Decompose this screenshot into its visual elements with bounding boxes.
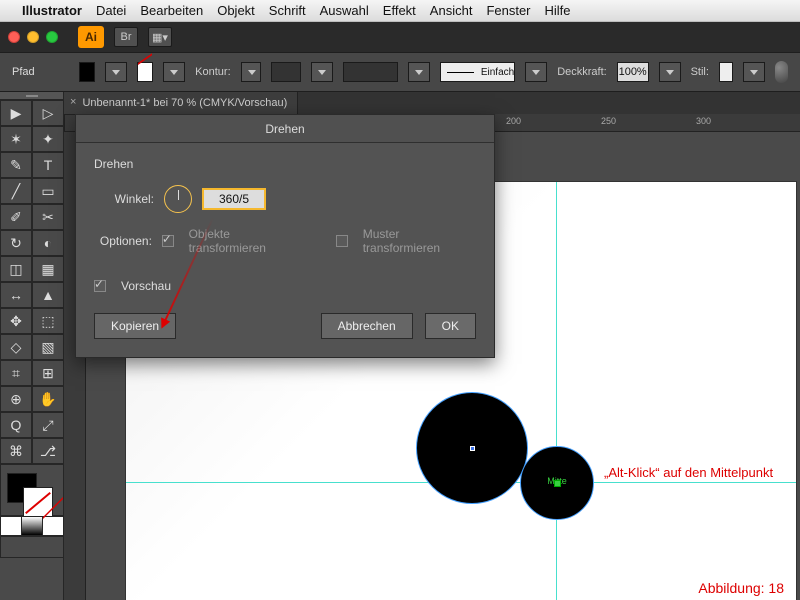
rectangle-tool[interactable]: ▭ — [32, 178, 64, 204]
close-window-icon[interactable] — [8, 31, 20, 43]
document-tab-title: Unbenannt-1* bei 70 % (CMYK/Vorschau) — [82, 97, 287, 109]
mesh-tool[interactable]: ⬚ — [32, 308, 64, 334]
brush-dropdown[interactable] — [525, 62, 547, 82]
rotate-tool[interactable]: ↻ — [0, 230, 32, 256]
style-label: Stil: — [691, 66, 709, 78]
app-badge-icon: Ai — [78, 26, 104, 48]
close-tab-icon[interactable]: × — [70, 96, 76, 108]
placeholder-tool[interactable]: ⎇ — [32, 438, 64, 464]
kontur-label: Kontur: — [195, 66, 230, 78]
hand-tool[interactable]: ⤢ — [32, 412, 64, 438]
ok-button[interactable]: OK — [425, 313, 476, 339]
dialog-group-label: Drehen — [94, 157, 476, 171]
reflect-tool[interactable]: ◐ — [32, 230, 64, 256]
menu-auswahl[interactable]: Auswahl — [320, 3, 369, 18]
selection-type-label: Pfad — [12, 66, 35, 78]
color-mode-switches[interactable] — [0, 516, 64, 536]
guide-vertical — [556, 182, 557, 600]
preview-checkbox[interactable] — [94, 280, 106, 292]
stroke-weight-input[interactable] — [271, 62, 302, 82]
screen-mode-button[interactable] — [0, 536, 64, 558]
copy-button[interactable]: Kopieren — [94, 313, 176, 339]
paintbrush-tool[interactable]: ✐ — [0, 204, 32, 230]
minimize-window-icon[interactable] — [27, 31, 39, 43]
symbol-sprayer-tool[interactable]: ⊞ — [32, 360, 64, 386]
column-graph-tool[interactable]: ⊕ — [0, 386, 32, 412]
graphic-style-swatch[interactable] — [719, 62, 733, 82]
toolbox: ▶ ▷ ✶ ✦ ✎ T ╱ ▭ ✐ ✂ ↻ ◐ ◫ ▦ ↔ ▲ ✥ ⬚ ◇ ▧ … — [0, 92, 64, 600]
angle-label: Winkel: — [94, 192, 154, 206]
pencil-tool[interactable]: ✂ — [32, 204, 64, 230]
blend-tool[interactable]: ⌗ — [0, 360, 32, 386]
direct-selection-tool[interactable]: ▷ — [32, 100, 64, 126]
bridge-button[interactable]: Br — [114, 27, 138, 47]
eyedropper-tool[interactable]: ▧ — [32, 334, 64, 360]
stroke-dropdown[interactable] — [163, 62, 185, 82]
pen-tool[interactable]: ✎ — [0, 152, 32, 178]
free-transform-tool[interactable]: ↔ — [0, 282, 32, 308]
menu-ansicht[interactable]: Ansicht — [430, 3, 473, 18]
perspective-tool[interactable]: ✥ — [0, 308, 32, 334]
document-tab[interactable]: × Unbenannt-1* bei 70 % (CMYK/Vorschau) — [64, 92, 298, 114]
rotate-dialog: Drehen Drehen Winkel: 360/5 Optionen: Ob… — [75, 114, 495, 358]
menu-bearbeiten[interactable]: Bearbeiten — [140, 3, 203, 18]
menu-schrift[interactable]: Schrift — [269, 3, 306, 18]
opacity-dropdown[interactable] — [659, 62, 681, 82]
fill-swatch[interactable] — [79, 62, 95, 82]
transform-objects-label: Objekte transformieren — [189, 227, 307, 255]
selection-tool[interactable]: ▶ — [0, 100, 32, 126]
angle-dial[interactable] — [164, 185, 192, 213]
cancel-button[interactable]: Abbrechen — [321, 313, 413, 339]
angle-input[interactable]: 360/5 — [202, 188, 266, 210]
menu-fenster[interactable]: Fenster — [486, 3, 530, 18]
variable-width-profile[interactable] — [343, 62, 398, 82]
graphic-style-dropdown[interactable] — [743, 62, 765, 82]
brush-definition[interactable]: Einfach — [440, 62, 515, 82]
variable-width-dropdown[interactable] — [408, 62, 430, 82]
mac-menu-bar: Illustrator Datei Bearbeiten Objekt Schr… — [0, 0, 800, 22]
stroke-weight-dropdown[interactable] — [311, 62, 333, 82]
transform-patterns-label: Muster transformieren — [363, 227, 476, 255]
arrange-documents-button[interactable]: ▦▾ — [148, 27, 172, 47]
menu-effekt[interactable]: Effekt — [383, 3, 416, 18]
zoom-window-icon[interactable] — [46, 31, 58, 43]
slice-tool[interactable]: Q — [0, 412, 32, 438]
opacity-label: Deckkraft: — [557, 66, 607, 78]
options-label: Optionen: — [94, 234, 152, 248]
zoom-tool[interactable]: ⌘ — [0, 438, 32, 464]
traffic-lights — [8, 31, 58, 43]
ellipse-small[interactable]: Mitte — [520, 446, 594, 520]
stroke-swatch[interactable] — [137, 62, 153, 82]
app-name[interactable]: Illustrator — [22, 3, 82, 18]
menu-datei[interactable]: Datei — [96, 3, 126, 18]
control-bar: Pfad Kontur: Einfach Deckkraft: 100% Sti… — [0, 52, 800, 92]
stroke-weight-toggle[interactable] — [241, 62, 261, 82]
menu-objekt[interactable]: Objekt — [217, 3, 255, 18]
fill-dropdown[interactable] — [105, 62, 127, 82]
dialog-title: Drehen — [76, 115, 494, 143]
transform-objects-checkbox[interactable] — [162, 235, 174, 247]
gradient-tool[interactable]: ◇ — [0, 334, 32, 360]
opacity-input[interactable]: 100% — [617, 62, 649, 82]
magic-wand-tool[interactable]: ✶ — [0, 126, 32, 152]
type-tool[interactable]: T — [32, 152, 64, 178]
figure-caption: Abbildung: 18 — [698, 580, 784, 596]
width-tool[interactable]: ▦ — [32, 256, 64, 282]
titlebar: Ai Br ▦▾ — [0, 22, 800, 52]
ellipse-large[interactable] — [416, 392, 528, 504]
toolbox-grip[interactable] — [0, 92, 63, 100]
rotation-center-icon — [554, 480, 561, 487]
menu-hilfe[interactable]: Hilfe — [545, 3, 571, 18]
transform-patterns-checkbox[interactable] — [336, 235, 348, 247]
artboard-tool[interactable]: ✋ — [32, 386, 64, 412]
preview-label: Vorschau — [121, 279, 171, 293]
recolor-artwork-icon[interactable] — [775, 61, 788, 83]
shape-builder-tool[interactable]: ▲ — [32, 282, 64, 308]
line-tool[interactable]: ╱ — [0, 178, 32, 204]
scale-tool[interactable]: ◫ — [0, 256, 32, 282]
lasso-tool[interactable]: ✦ — [32, 126, 64, 152]
document-tab-bar: × Unbenannt-1* bei 70 % (CMYK/Vorschau) — [64, 92, 800, 114]
annotation-text: „Alt-Klick“ auf den Mittelpunkt — [604, 465, 773, 480]
